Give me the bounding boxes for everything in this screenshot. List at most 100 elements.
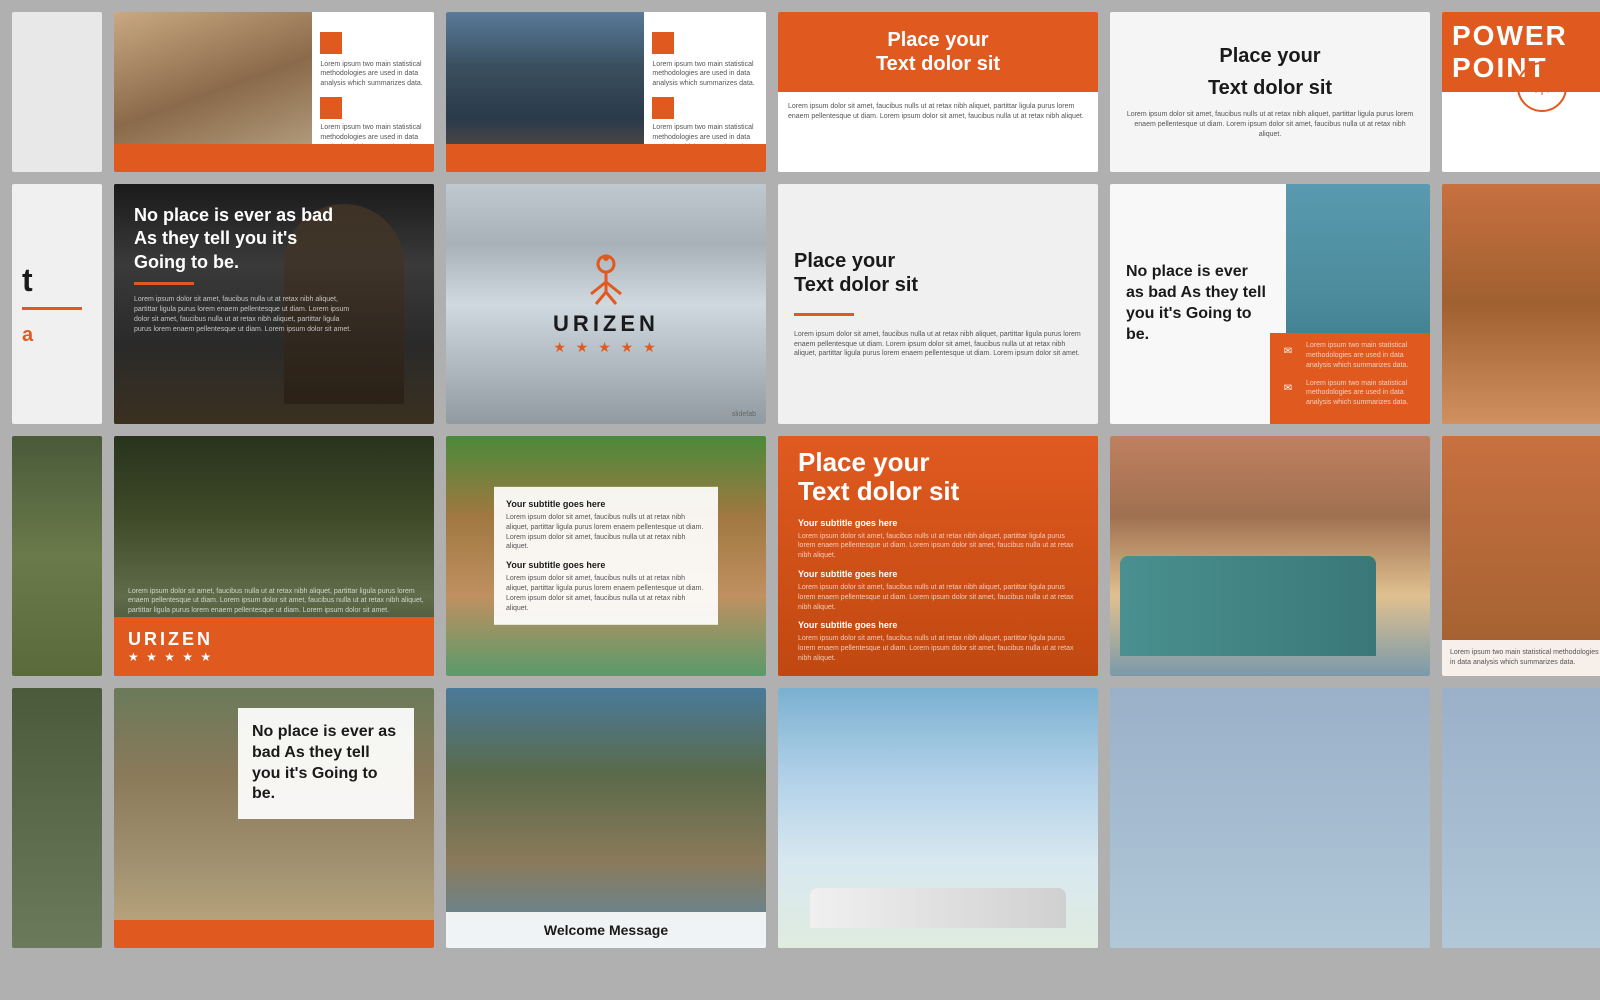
- slide-18: Lorem ipsum two main statistical methodo…: [1442, 436, 1600, 676]
- slide-18-text: Lorem ipsum two main statistical methodo…: [1442, 640, 1600, 676]
- slide-14-lorem: Lorem ipsum dolor sit amet, faucibus nul…: [128, 587, 434, 616]
- slide-4-lorem: Lorem ipsum dolor sit amet, faucibus nul…: [788, 102, 1088, 122]
- slide-7-content: t a: [12, 184, 102, 424]
- slide-20-whitebox: No place is ever as bad As they tell you…: [238, 708, 414, 819]
- slide-10: Place yourText dolor sit Lorem ipsum dol…: [778, 184, 1098, 424]
- slide-16-content: Place your Text dolor sit Your subtitle …: [778, 436, 1098, 676]
- slide-5-place: Place your: [1124, 44, 1416, 68]
- slide-16-lorem3: Lorem ipsum dolor sit amet, faucibus nul…: [798, 634, 1078, 663]
- slide-16-subtitle2: Your subtitle goes here: [798, 569, 1078, 579]
- slide-2-text: Lorem ipsum two main statistical methodo…: [320, 60, 426, 89]
- slide-10-content: Place yourText dolor sit Lorem ipsum dol…: [778, 184, 1098, 424]
- icon-box-3: [652, 32, 674, 54]
- slide-21-welcome: Welcome Message: [456, 922, 756, 938]
- slide-3-bar: [446, 144, 766, 172]
- slide-8-quote: No place is ever as bad As they tell you…: [134, 204, 334, 274]
- slide-1: [12, 12, 102, 172]
- slide-5-lorem: Lorem ipsum dolor sit amet, faucibus nul…: [1124, 110, 1416, 139]
- slide-21-bottom: Welcome Message: [446, 912, 766, 948]
- slide-16-lorem1: Lorem ipsum dolor sit amet, faucibus nul…: [798, 532, 1078, 561]
- slide-22-car: [810, 848, 1066, 928]
- slide-8: No place is ever as bad As they tell you…: [114, 184, 434, 424]
- slide-24-bg: [1442, 688, 1600, 948]
- slide-8-line: [134, 282, 194, 285]
- slide-9-logo-container: URIZEN ★ ★ ★ ★ ★: [446, 184, 766, 424]
- slide-8-lorem: Lorem ipsum dolor sit amet, faucibus nul…: [134, 295, 354, 334]
- slide-7-brand: a: [22, 324, 92, 347]
- slide-7-letter: t: [22, 262, 92, 299]
- slide-3: Lorem ipsum two main statistical methodo…: [446, 12, 766, 172]
- slide-7: t a: [12, 184, 102, 424]
- slide-16-place: Place your: [798, 448, 1078, 477]
- slide-10-line: [794, 313, 854, 316]
- urizen-svg-logo: [576, 252, 636, 307]
- slide-4-top: Place your Text dolor sit: [778, 12, 1098, 92]
- slide-3-text: Lorem ipsum two main statistical methodo…: [652, 60, 758, 89]
- slide-11-icon1: ✉: [1278, 341, 1298, 361]
- slide-17: [1110, 436, 1430, 676]
- slide-20-quote: No place is ever as bad As they tell you…: [252, 722, 400, 805]
- slide-9-stars: ★ ★ ★ ★ ★: [553, 339, 658, 356]
- slide-23: [1110, 688, 1430, 948]
- slide-4: Place your Text dolor sit Lorem ipsum do…: [778, 12, 1098, 172]
- slide-20: No place is ever as bad As they tell you…: [114, 688, 434, 948]
- slide-5: Place your Text dolor sit Lorem ipsum do…: [1110, 12, 1430, 172]
- slide-23-bg: [1110, 688, 1430, 948]
- icon-box-1: [320, 32, 342, 54]
- slide-11-icon2: ✉: [1278, 379, 1298, 399]
- slide-6: POWER POINT ☀: [1442, 12, 1600, 172]
- slide-14-bottom: URIZEN ★ ★ ★ ★ ★: [114, 617, 434, 676]
- icon-box-2: [320, 97, 342, 119]
- slide-4-place: Place your: [887, 28, 988, 52]
- slide-5-content: Place your Text dolor sit Lorem ipsum do…: [1110, 12, 1430, 172]
- slide-6-sun: ☀: [1517, 62, 1567, 112]
- slide-4-text: Text dolor sit: [876, 52, 1000, 76]
- slide-11-row2: ✉ Lorem ipsum two main statistical metho…: [1278, 379, 1422, 408]
- slide-15-subtitle1: Your subtitle goes here: [506, 499, 706, 509]
- slide-2: Lorem ipsum two main statistical methodo…: [114, 12, 434, 172]
- slide-9-watermark: slidefab: [732, 411, 756, 418]
- sun-icon-circle: ☀: [1517, 62, 1567, 112]
- slide-16-subtitle3: Your subtitle goes here: [798, 620, 1078, 630]
- slide-14-lorem-area: Lorem ipsum dolor sit amet, faucibus nul…: [128, 587, 434, 616]
- slide-15-lorem1: Lorem ipsum dolor sit amet, faucibus nul…: [506, 513, 706, 552]
- slide-9: URIZEN ★ ★ ★ ★ ★ slidefab: [446, 184, 766, 424]
- slide-10-lorem: Lorem ipsum dolor sit amet, faucibus nul…: [794, 330, 1082, 359]
- slide-11-content: No place is ever as bad As they tell you…: [1110, 184, 1286, 424]
- slide-22: [778, 688, 1098, 948]
- slide-4-bottom: Lorem ipsum dolor sit amet, faucibus nul…: [778, 92, 1098, 172]
- icon-box-4: [652, 97, 674, 119]
- slide-10-place: Place yourText dolor sit: [794, 249, 1082, 297]
- slide-15: Your subtitle goes here Lorem ipsum dolo…: [446, 436, 766, 676]
- slide-16-lorem2: Lorem ipsum dolor sit amet, faucibus nul…: [798, 583, 1078, 612]
- slide-16-subtitle1: Your subtitle goes here: [798, 518, 1078, 528]
- slide-20-bar: [114, 920, 434, 948]
- sun-icon: ☀: [1531, 73, 1553, 102]
- slide-7-line: [22, 307, 82, 310]
- slide-14: URIZEN ★ ★ ★ ★ ★ Lorem ipsum dolor sit a…: [114, 436, 434, 676]
- slide-12: [1442, 184, 1600, 424]
- slide-11: No place is ever as bad As they tell you…: [1110, 184, 1430, 424]
- slide-14-stars: ★ ★ ★ ★ ★: [128, 650, 420, 664]
- slide-19: [12, 688, 102, 948]
- slide-11-row1-text: Lorem ipsum two main statistical methodo…: [1306, 341, 1422, 370]
- slide-19-photo: [12, 688, 102, 948]
- slide-15-whitebox: Your subtitle goes here Lorem ipsum dolo…: [494, 487, 718, 625]
- slide-11-orange: ✉ Lorem ipsum two main statistical metho…: [1270, 333, 1430, 424]
- slide-14-brand: URIZEN: [128, 629, 420, 650]
- slide-24: [1442, 688, 1600, 948]
- slide-22-car-body: [810, 888, 1066, 928]
- slide-11-quote: No place is ever as bad As they tell you…: [1126, 262, 1270, 345]
- slide-15-subtitle2: Your subtitle goes here: [506, 560, 706, 570]
- main-grid: Lorem ipsum two main statistical methodo…: [0, 0, 1600, 1000]
- slide-17-jeep: [1120, 556, 1376, 656]
- urizen-brand-name: URIZEN: [553, 311, 659, 337]
- slide-8-content: No place is ever as bad As they tell you…: [114, 184, 434, 424]
- slide-21: Welcome Message: [446, 688, 766, 948]
- slide-16-text: Text dolor sit: [798, 477, 1078, 506]
- slide-16: Place your Text dolor sit Your subtitle …: [778, 436, 1098, 676]
- slide-5-text: Text dolor sit: [1124, 76, 1416, 100]
- slide-15-lorem2: Lorem ipsum dolor sit amet, faucibus nul…: [506, 574, 706, 613]
- slide-2-bar: [114, 144, 434, 172]
- slide-13: [12, 436, 102, 676]
